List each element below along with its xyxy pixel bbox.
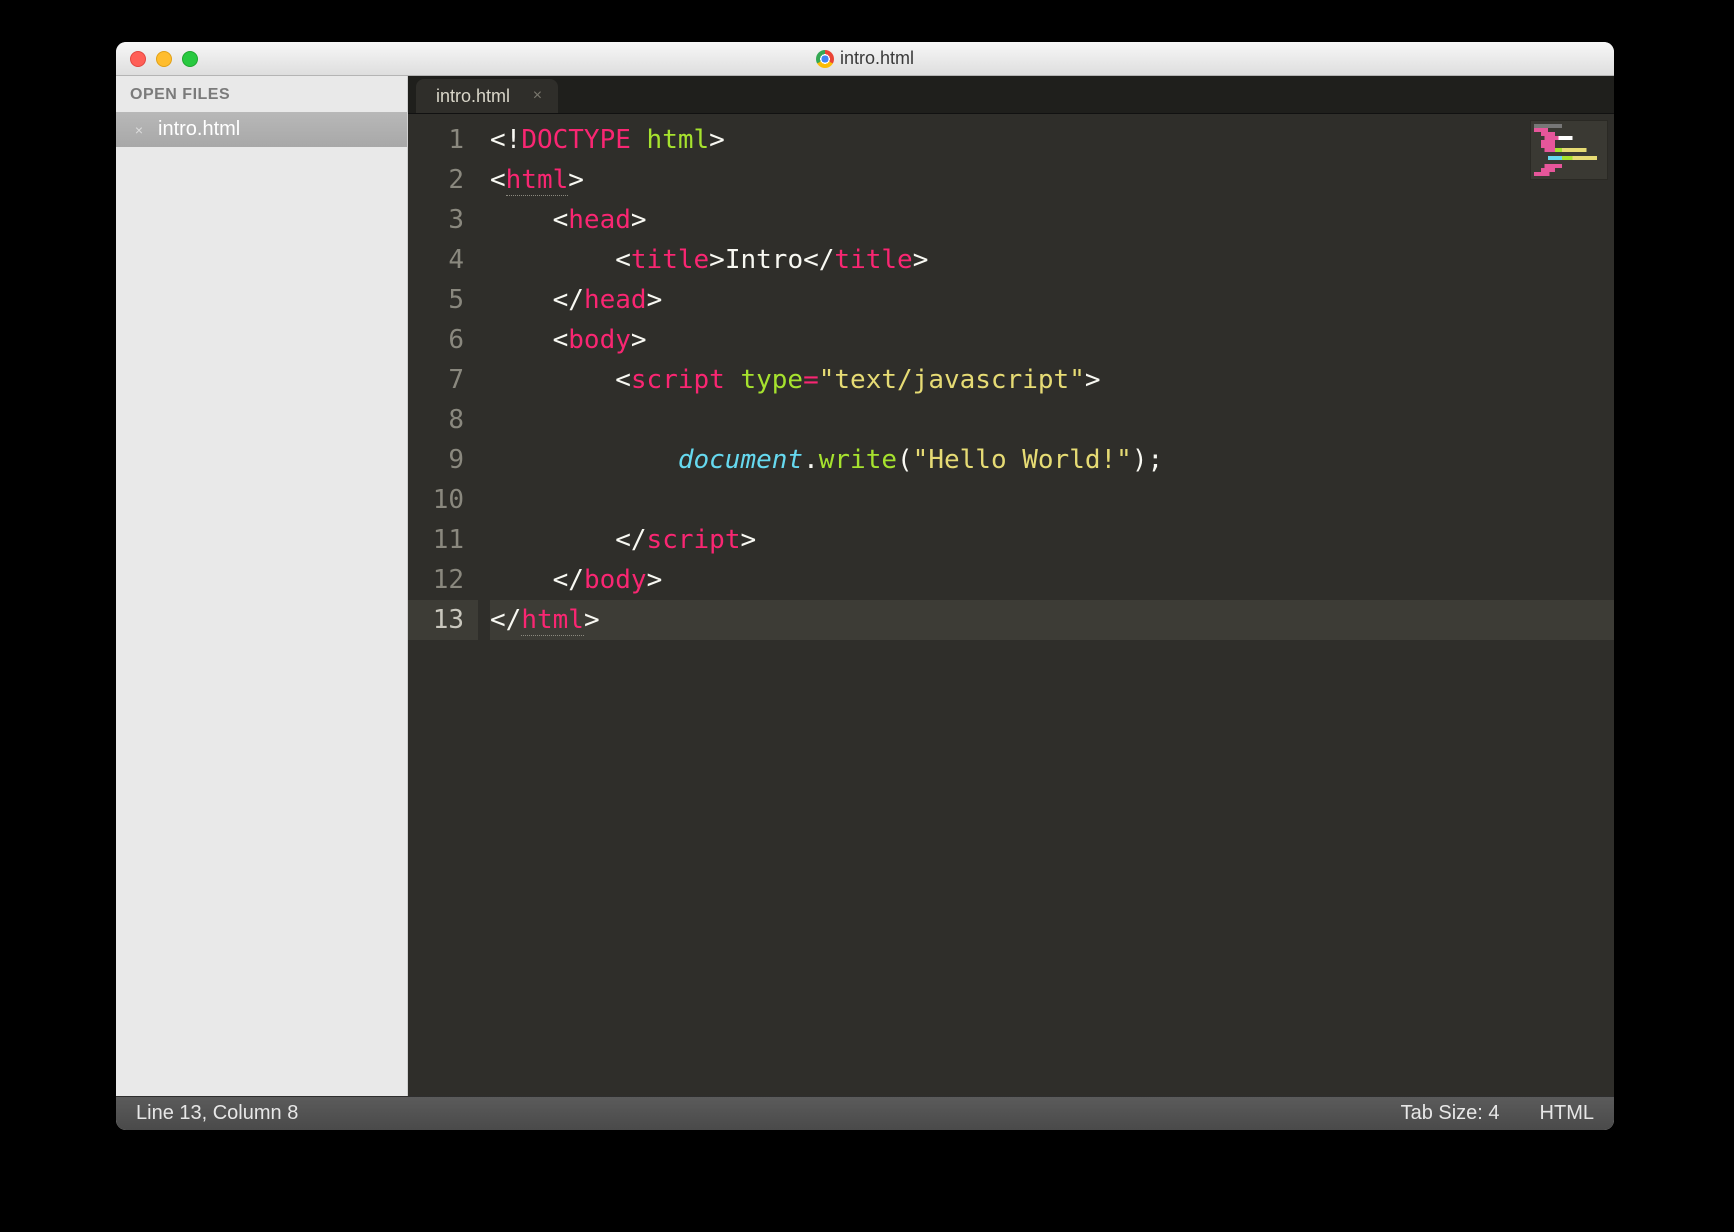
tab-close-icon[interactable]: × bbox=[533, 87, 542, 105]
sidebar: OPEN FILES × intro.html bbox=[116, 76, 408, 1096]
code-area[interactable]: 12345678910111213 <!DOCTYPE html><html> … bbox=[408, 114, 1614, 1096]
line-number: 6 bbox=[408, 320, 478, 360]
editor-pane: intro.html × 12345678910111213 <!DOCTYPE… bbox=[408, 76, 1614, 1096]
code-line[interactable]: </script> bbox=[490, 520, 1614, 560]
line-number: 2 bbox=[408, 160, 478, 200]
cursor-position[interactable]: Line 13, Column 8 bbox=[136, 1102, 318, 1125]
line-number: 12 bbox=[408, 560, 478, 600]
window-title-text: intro.html bbox=[840, 48, 914, 69]
line-number: 1 bbox=[408, 120, 478, 160]
code-line[interactable]: <html> bbox=[490, 160, 1614, 200]
tab-bar: intro.html × bbox=[408, 76, 1614, 114]
code-line[interactable]: </html> bbox=[490, 600, 1614, 640]
app-body: OPEN FILES × intro.html intro.html × 123… bbox=[116, 76, 1614, 1096]
tab-intro[interactable]: intro.html × bbox=[416, 79, 558, 113]
code-editor[interactable]: <!DOCTYPE html><html> <head> <title>Intr… bbox=[478, 114, 1614, 1096]
line-number: 8 bbox=[408, 400, 478, 440]
line-number-gutter: 12345678910111213 bbox=[408, 114, 478, 1096]
code-line[interactable]: <body> bbox=[490, 320, 1614, 360]
line-number: 5 bbox=[408, 280, 478, 320]
tab-label: intro.html bbox=[436, 86, 510, 107]
code-line[interactable]: </head> bbox=[490, 280, 1614, 320]
status-bar: Line 13, Column 8 Tab Size: 4 HTML bbox=[116, 1096, 1614, 1130]
line-number: 4 bbox=[408, 240, 478, 280]
code-line[interactable] bbox=[490, 480, 1614, 520]
code-line[interactable]: <title>Intro</title> bbox=[490, 240, 1614, 280]
open-file-item[interactable]: × intro.html bbox=[116, 112, 407, 147]
app-window: intro.html OPEN FILES × intro.html intro… bbox=[116, 42, 1614, 1130]
file-type-icon bbox=[816, 50, 834, 68]
close-file-icon[interactable]: × bbox=[130, 121, 148, 139]
zoom-icon[interactable] bbox=[182, 51, 198, 67]
minimize-icon[interactable] bbox=[156, 51, 172, 67]
line-number: 11 bbox=[408, 520, 478, 560]
line-number: 13 bbox=[408, 600, 478, 640]
sidebar-header: OPEN FILES bbox=[116, 76, 407, 112]
window-title: intro.html bbox=[116, 48, 1614, 69]
code-line[interactable]: <script type="text/javascript"> bbox=[490, 360, 1614, 400]
titlebar: intro.html bbox=[116, 42, 1614, 76]
tab-size[interactable]: Tab Size: 4 bbox=[1381, 1102, 1520, 1125]
code-line[interactable] bbox=[490, 400, 1614, 440]
code-line[interactable]: <!DOCTYPE html> bbox=[490, 120, 1614, 160]
line-number: 7 bbox=[408, 360, 478, 400]
minimap[interactable] bbox=[1530, 120, 1608, 180]
code-line[interactable]: document.write("Hello World!"); bbox=[490, 440, 1614, 480]
syntax-mode[interactable]: HTML bbox=[1520, 1102, 1594, 1125]
line-number: 9 bbox=[408, 440, 478, 480]
code-line[interactable]: </body> bbox=[490, 560, 1614, 600]
close-icon[interactable] bbox=[130, 51, 146, 67]
code-line[interactable]: <head> bbox=[490, 200, 1614, 240]
line-number: 3 bbox=[408, 200, 478, 240]
open-file-label: intro.html bbox=[158, 118, 240, 141]
window-controls bbox=[116, 51, 198, 67]
line-number: 10 bbox=[408, 480, 478, 520]
